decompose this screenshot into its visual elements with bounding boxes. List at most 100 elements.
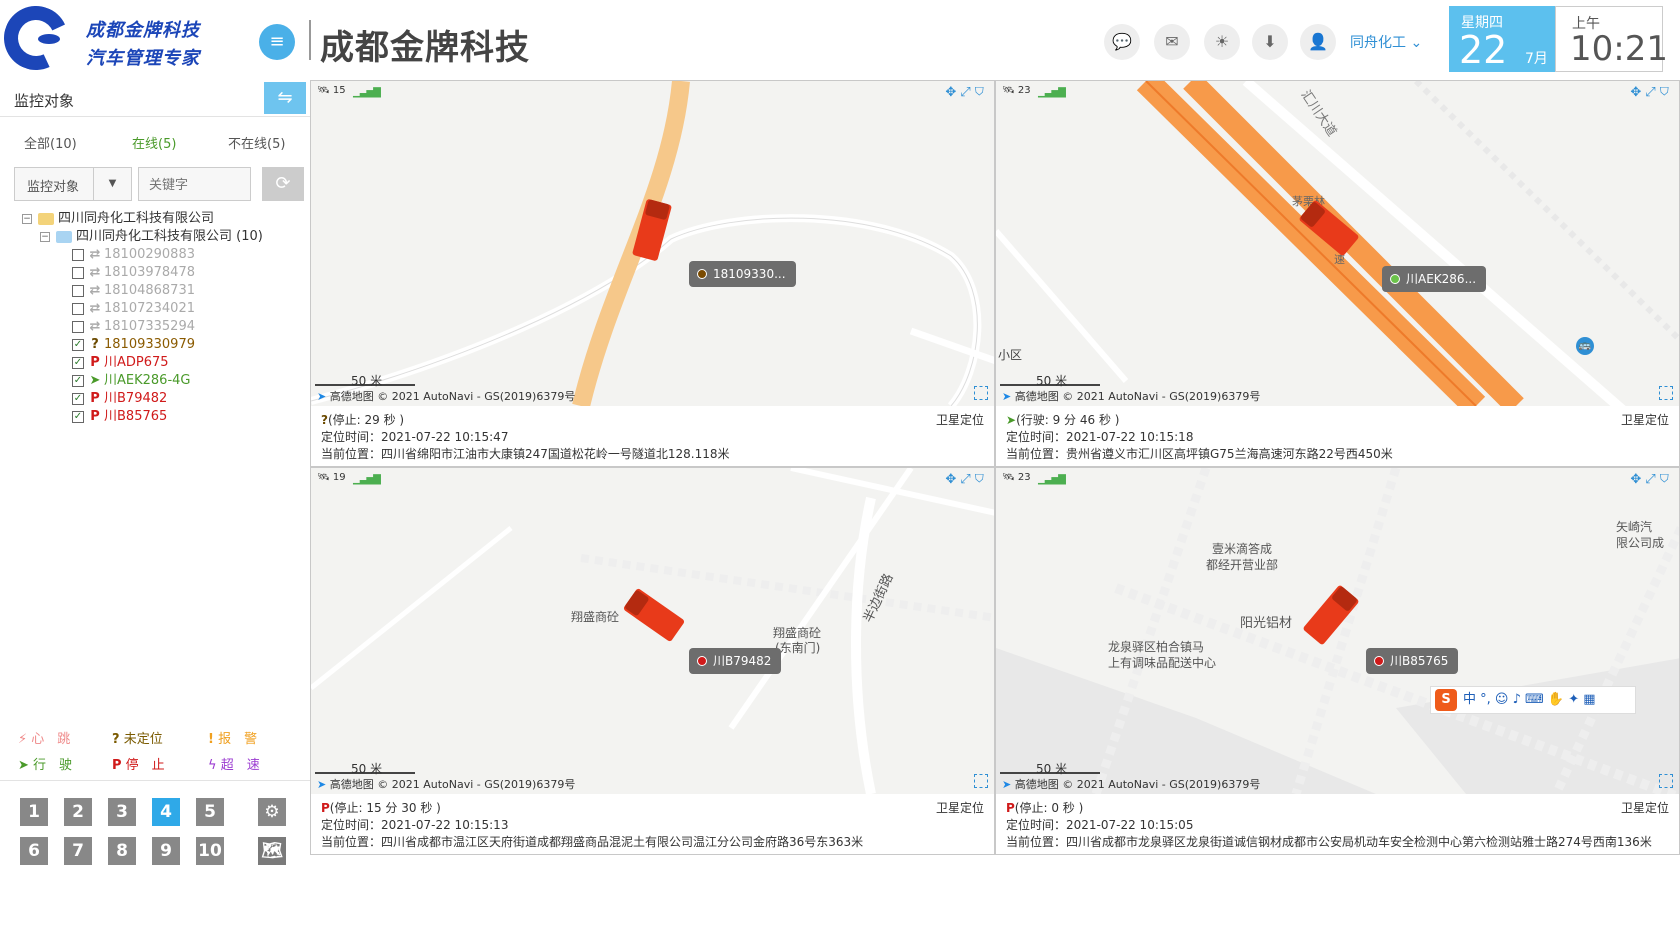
copyright-text: © 2021 AutoNavi - GS(2019)6379号 (377, 390, 576, 403)
layout-4-button[interactable]: 4 (152, 798, 180, 826)
tab-all[interactable]: 全部(10) (24, 133, 77, 152)
amap-name: 高德地图 (329, 390, 374, 403)
vehicle-name: 18104868731 (104, 283, 195, 298)
monitor-panel: 翔盛商砼 翔盛商砼 (东南门) 半边街路 🛰 19 ▁▃▅▇ ✥⤢⛉ 川B794… (310, 467, 995, 855)
bookmark-icon[interactable]: ⛉ (975, 472, 988, 487)
vehicle-label[interactable]: 川B79482 (689, 648, 782, 674)
status-text: (停止: 15 分 30 秒 ) (329, 801, 441, 815)
keyword-input[interactable] (138, 167, 251, 201)
tab-offline[interactable]: 不在线(5) (228, 133, 285, 152)
move-icon[interactable]: ✥ (1630, 85, 1645, 100)
map-view[interactable]: 🛰 15 ▁▃▅▇ ✥⤢⛉ 18109330... 50 米 ➤ 高德地图 © … (311, 81, 994, 406)
checkbox-checked[interactable]: ✓ (72, 338, 84, 351)
legend-label: 心 跳 (31, 732, 71, 747)
sidebar: 监控对象 ⇋ 全部(10) 在线(5) 不在线(5) 监控对象 ▼ ⟳ −四川同… (0, 80, 310, 865)
tab-online[interactable]: 在线(5) (132, 133, 176, 152)
alarm-icon: ! (208, 732, 214, 747)
expand-icon[interactable] (974, 774, 988, 788)
search-type-select[interactable]: 监控对象 ▼ (14, 167, 132, 201)
chat-icon[interactable]: 💬 (1104, 24, 1140, 60)
sidebar-toggle-icon[interactable]: ⇋ (264, 82, 306, 114)
map-place-label: 翔盛商砼 (571, 610, 620, 624)
checkbox[interactable] (72, 248, 84, 261)
tree-vehicle[interactable]: ⇄ 18107234021 (72, 300, 195, 318)
collapse-icon[interactable]: − (40, 231, 50, 242)
user-dropdown[interactable]: 同舟化工 ⌄ (1350, 32, 1422, 52)
tree-vehicle[interactable]: ✓ ➤ 川AEK286-4G (72, 372, 190, 390)
collapse-icon[interactable]: − (22, 213, 32, 224)
vehicle-info: P(停止: 0 秒 ) 卫星定位 定位时间：2021-07-22 10:15:0… (996, 794, 1679, 854)
checkbox[interactable] (72, 284, 84, 297)
checkbox-checked[interactable]: ✓ (72, 410, 84, 423)
layout-7-button[interactable]: 7 (64, 837, 92, 865)
tree-root[interactable]: − 四川同舟化工科技有限公司 (22, 210, 214, 228)
ime-tools[interactable]: 中 °, ☺ ♪ ⌨ ✋ ✦ ▦ (1463, 692, 1596, 707)
mail-icon[interactable]: ✉ (1154, 24, 1190, 60)
vehicle-label[interactable]: 川B85765 (1366, 648, 1459, 674)
layout-9-button[interactable]: 9 (152, 837, 180, 865)
fullscreen-icon[interactable]: ⤢ (960, 472, 974, 487)
fullscreen-icon[interactable]: ⤢ (960, 85, 974, 100)
checkbox-checked[interactable]: ✓ (72, 356, 84, 369)
position-time: 定位时间：2021-07-22 10:15:18 (1006, 430, 1194, 444)
checkbox-checked[interactable]: ✓ (72, 374, 84, 387)
vehicle-label[interactable]: 川AEK286... (1382, 266, 1487, 292)
bookmark-icon[interactable]: ⛉ (1660, 472, 1673, 487)
layout-10-button[interactable]: 10 (196, 837, 224, 865)
panel-tools: ✥⤢⛉ (1630, 472, 1673, 487)
logo-dot-icon (38, 34, 60, 44)
scale-text: 50 米 (1036, 762, 1068, 776)
caret-down-icon: ▼ (93, 168, 131, 200)
ime-toolbar[interactable]: S 中 °, ☺ ♪ ⌨ ✋ ✦ ▦ (1430, 686, 1636, 714)
tree-vehicle[interactable]: ⇄ 18103978478 (72, 264, 195, 282)
layout-8-button[interactable]: 8 (108, 837, 136, 865)
unlocated-icon: ? (321, 413, 328, 427)
expand-icon[interactable] (974, 386, 988, 400)
layout-5-button[interactable]: 5 (196, 798, 224, 826)
layout-2-button[interactable]: 2 (64, 798, 92, 826)
move-icon[interactable]: ✥ (945, 472, 960, 487)
brand-slogan: 汽车管理专家 (86, 48, 200, 69)
bookmark-icon[interactable]: ⛉ (975, 85, 988, 100)
map-roads (311, 468, 994, 794)
settings-gear-icon[interactable]: ⚙ (258, 798, 286, 826)
checkbox-checked[interactable]: ✓ (72, 392, 84, 405)
user-icon[interactable]: 👤 (1300, 24, 1336, 60)
layout-1-button[interactable]: 1 (20, 798, 48, 826)
alarm-light-icon[interactable]: ☀ (1204, 24, 1240, 60)
move-icon[interactable]: ✥ (945, 85, 960, 100)
fullscreen-icon[interactable]: ⤢ (1645, 472, 1659, 487)
tree-child[interactable]: − 四川同舟化工科技有限公司 (10) (40, 228, 263, 246)
tree-vehicle[interactable]: ✓? 18109330979 (72, 336, 195, 354)
tree-vehicle[interactable]: ⇄ 18100290883 (72, 246, 195, 264)
menu-toggle-button[interactable]: ≡ (259, 24, 295, 60)
map-view[interactable]: 翔盛商砼 翔盛商砼 (东南门) 半边街路 🛰 19 ▁▃▅▇ ✥⤢⛉ 川B794… (311, 468, 994, 794)
tree-vehicle[interactable]: ✓ P 川B85765 (72, 408, 167, 426)
map-view[interactable]: 壹米滴答成 都经开营业部 阳光铝材 龙泉驿区柏合镇马 上有调味品配送中心 矢崎汽… (996, 468, 1679, 794)
refresh-button[interactable]: ⟳ (262, 167, 304, 201)
map-layer-icon[interactable]: 🗺 (258, 837, 286, 865)
tree-vehicle[interactable]: ✓ P 川ADP675 (72, 354, 169, 372)
tree-vehicle[interactable]: ⇄ 18104868731 (72, 282, 195, 300)
layout-6-button[interactable]: 6 (20, 837, 48, 865)
download-icon[interactable]: ⬇ (1252, 24, 1288, 60)
parked-icon: P (90, 391, 100, 406)
tree-vehicle[interactable]: ✓ P 川B79482 (72, 390, 167, 408)
bookmark-icon[interactable]: ⛉ (1660, 85, 1673, 100)
moving-icon: ➤ (18, 758, 29, 773)
checkbox[interactable] (72, 266, 84, 279)
map-view[interactable]: 汇川大道 茅栗林 速 小区 🚌 🛰 23 ▁▃▅▇ ✥⤢⛉ 川AEK286...… (996, 81, 1679, 406)
expand-icon[interactable] (1659, 386, 1673, 400)
checkbox[interactable] (72, 302, 84, 315)
move-icon[interactable]: ✥ (1630, 472, 1645, 487)
map-scale: 50 米 (1000, 372, 1100, 388)
satellite-count: 🛰 19 (317, 472, 346, 483)
layout-3-button[interactable]: 3 (108, 798, 136, 826)
status-line: P(停止: 15 分 30 秒 ) (321, 800, 984, 817)
tree-vehicle[interactable]: ⇄ 18107335294 (72, 318, 195, 336)
checkbox[interactable] (72, 320, 84, 333)
vehicle-label[interactable]: 18109330... (689, 261, 796, 287)
fullscreen-icon[interactable]: ⤢ (1645, 85, 1659, 100)
expand-icon[interactable] (1659, 774, 1673, 788)
map-scale: 50 米 (315, 760, 415, 776)
